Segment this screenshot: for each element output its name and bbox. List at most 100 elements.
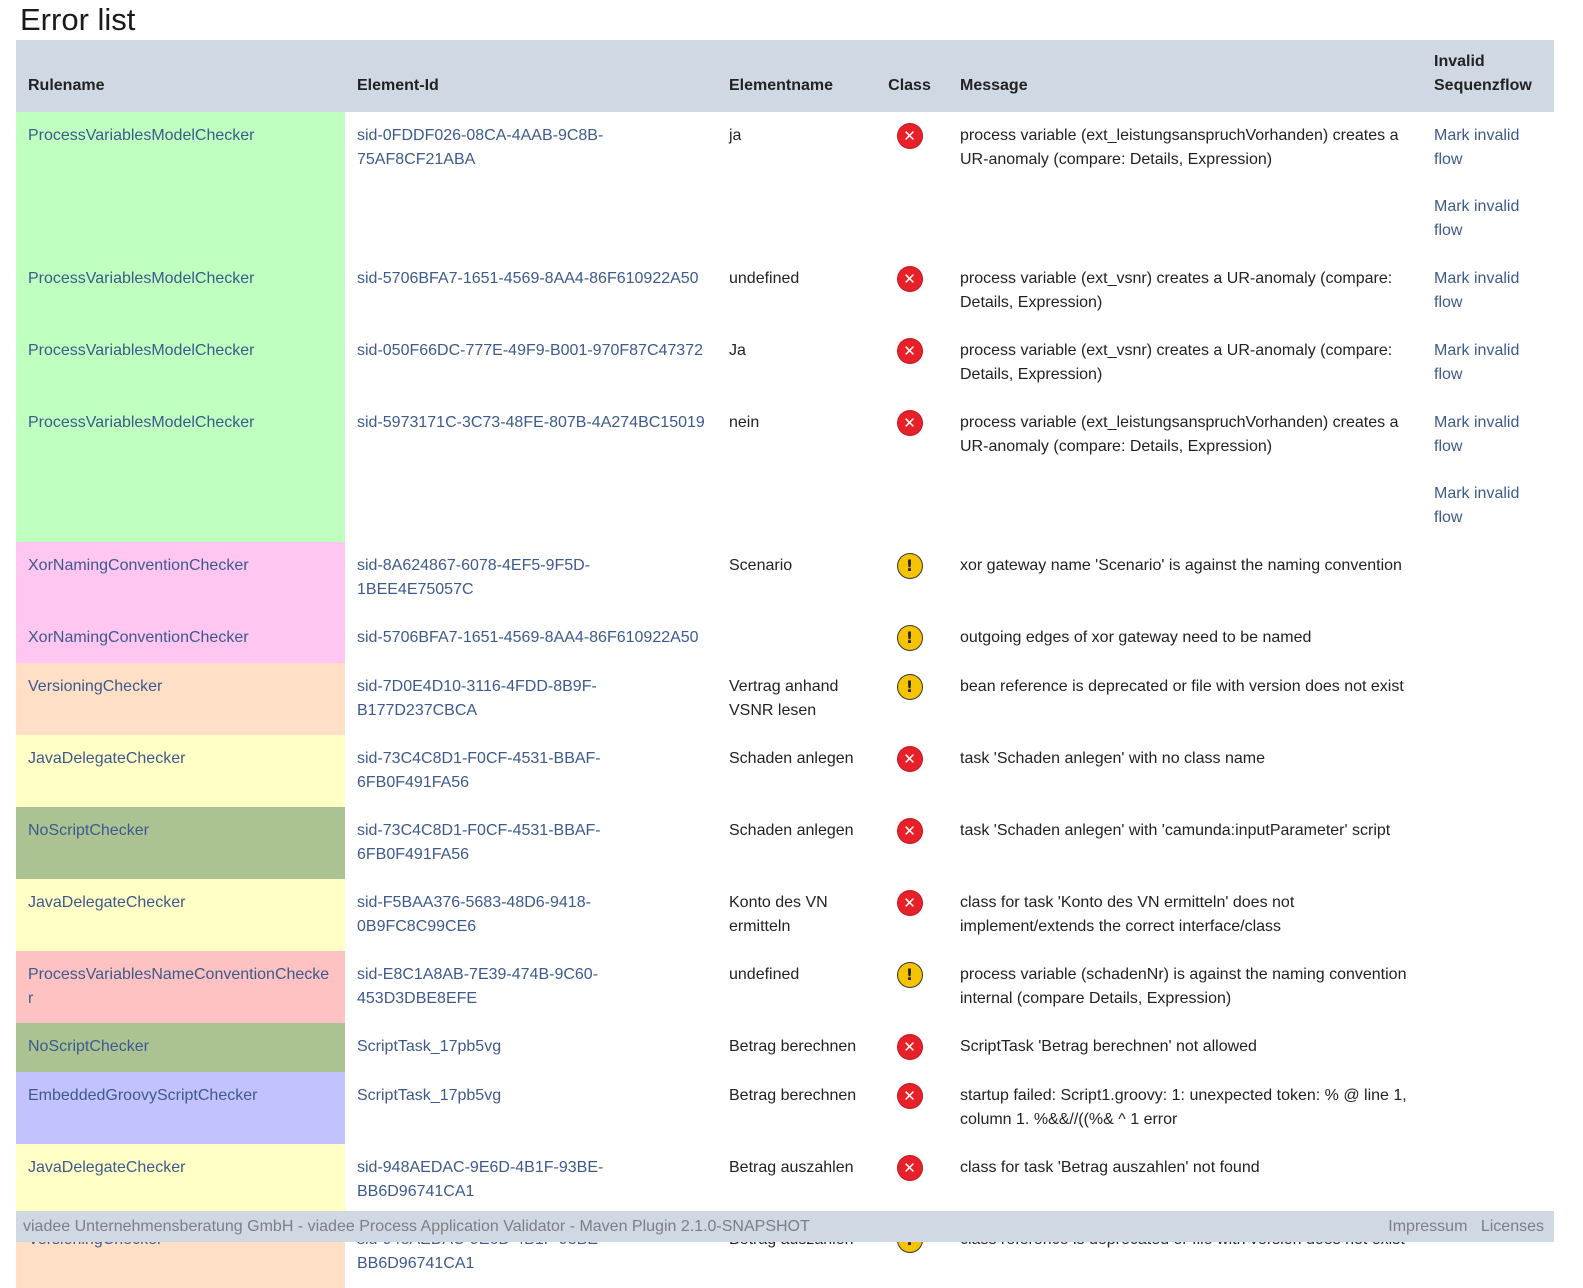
elementname-cell: Schaden anlegen: [729, 822, 854, 839]
rulename-cell: ProcessVariablesNameConventionChecker: [16, 951, 345, 1023]
class-cell: !: [871, 542, 948, 614]
mark-invalid-flow-link[interactable]: Mark invalid flow: [1434, 195, 1542, 243]
table-row: XorNamingConventionChecker sid-5706BFA7-1…: [16, 614, 1554, 663]
rulename-cell: XorNamingConventionChecker: [16, 542, 345, 614]
elementname-cell: undefined: [729, 270, 800, 287]
rulename-cell: EmbeddedGroovyScriptChecker: [16, 1072, 345, 1144]
warning-icon: !: [897, 675, 922, 699]
invalid-flow-cell: [1422, 542, 1554, 614]
warning-icon: !: [897, 554, 922, 578]
error-table: Rulename Element-Id Elementname Class Me…: [16, 40, 1554, 1288]
elementname-cell: [717, 614, 871, 663]
element-id-cell: sid-5706BFA7-1651-4569-8AA4-86F610922A50: [357, 270, 699, 287]
footer-links: Impressum Licenses: [1379, 1218, 1544, 1236]
table-row: JavaDelegateChecker sid-F5BAA376-5683-48D…: [16, 879, 1554, 951]
rulename-cell: NoScriptChecker: [16, 1023, 345, 1072]
rulename-cell: VersioningChecker: [16, 663, 345, 735]
rulename-cell: ProcessVariablesModelChecker: [16, 112, 345, 255]
table-header-row: Rulename Element-Id Elementname Class Me…: [16, 40, 1554, 112]
message-cell: process variable (ext_vsnr) creates a UR…: [960, 270, 1393, 311]
rulename-cell: NoScriptChecker: [16, 807, 345, 879]
table-row: JavaDelegateChecker sid-948AEDAC-9E6D-4B1…: [16, 1144, 1554, 1216]
message-cell: ScriptTask 'Betrag berechnen' not allowe…: [960, 1038, 1257, 1055]
rulename-cell: ProcessVariablesModelChecker: [16, 327, 345, 399]
class-cell: ✕: [871, 1072, 948, 1144]
element-id-cell: ScriptTask_17pb5vg: [357, 1087, 502, 1104]
elementname-cell: Vertrag anhand VSNR lesen: [729, 678, 839, 719]
class-cell: ✕: [871, 807, 948, 879]
table-row: NoScriptChecker ScriptTask_17pb5vg Betrag …: [16, 1023, 1554, 1072]
message-cell: startup failed: Script1.groovy: 1: unexp…: [960, 1087, 1407, 1128]
invalid-flow-cell: [1422, 951, 1554, 1023]
class-cell: !: [871, 663, 948, 735]
column-header-message: Message: [960, 77, 1028, 94]
element-id-cell: ScriptTask_17pb5vg: [357, 1038, 502, 1055]
error-icon: ✕: [897, 124, 922, 148]
mark-invalid-flow-link[interactable]: Mark invalid flow: [1434, 124, 1542, 172]
message-cell: task 'Schaden anlegen' with no class nam…: [960, 750, 1265, 767]
invalid-flow-cell: [1422, 1072, 1554, 1144]
column-header-element-id: Element-Id: [357, 77, 439, 94]
invalid-flow-cell: [1422, 614, 1554, 663]
table-header: Rulename Element-Id Elementname Class Me…: [16, 40, 1554, 112]
footer-text: viadee Unternehmensberatung GmbH - viade…: [23, 1217, 810, 1235]
mark-invalid-flow-link[interactable]: Mark invalid flow: [1434, 482, 1542, 530]
error-icon: ✕: [897, 267, 922, 291]
invalid-flow-cell: Mark invalid flow Mark invalid flow: [1422, 112, 1554, 255]
elementname-cell: Schaden anlegen: [729, 750, 854, 767]
class-cell: ✕: [871, 112, 948, 255]
footer: viadee Unternehmensberatung GmbH - viade…: [16, 1211, 1554, 1242]
class-cell: !: [871, 951, 948, 1023]
mark-invalid-flow-link[interactable]: Mark invalid flow: [1434, 339, 1542, 387]
invalid-flow-cell: [1422, 807, 1554, 879]
class-cell: ✕: [871, 399, 948, 542]
elementname-cell: undefined: [729, 966, 800, 983]
column-header-elementname: Elementname: [729, 77, 834, 94]
message-cell: process variable (ext_leistungsanspruchV…: [960, 414, 1399, 455]
invalid-flow-cell: [1422, 663, 1554, 735]
element-id-cell: sid-7D0E4D10-3116-4FDD-8B9F-B177D237CBCA: [357, 678, 597, 719]
elementname-cell: Betrag berechnen: [729, 1087, 857, 1104]
message-cell: process variable (ext_leistungsanspruchV…: [960, 127, 1399, 168]
error-icon: ✕: [897, 1156, 922, 1180]
invalid-flow-cell: Mark invalid flow Mark invalid flow: [1422, 399, 1554, 542]
invalid-flow-cell: [1422, 1023, 1554, 1072]
invalid-flow-cell: [1422, 879, 1554, 951]
invalid-flow-cell: [1422, 735, 1554, 807]
error-icon: ✕: [897, 747, 922, 771]
impressum-link[interactable]: Impressum: [1388, 1218, 1467, 1235]
table-row: ProcessVariablesModelChecker sid-0FDDF026…: [16, 112, 1554, 255]
table-body: ProcessVariablesModelChecker sid-0FDDF026…: [16, 112, 1554, 1288]
elementname-cell: Betrag auszahlen: [729, 1159, 854, 1176]
class-cell: ✕: [871, 735, 948, 807]
message-cell: outgoing edges of xor gateway need to be…: [960, 629, 1312, 646]
class-cell: ✕: [871, 1144, 948, 1216]
class-cell: ✕: [871, 327, 948, 399]
table-row: ProcessVariablesModelChecker sid-5706BFA7…: [16, 255, 1554, 327]
error-icon: ✕: [897, 1084, 922, 1108]
mark-invalid-flow-link[interactable]: Mark invalid flow: [1434, 411, 1542, 459]
element-id-cell: sid-5973171C-3C73-48FE-807B-4A274BC15019: [357, 414, 705, 431]
column-header-invalid-sequenzflow: Invalid Sequenzflow: [1434, 53, 1532, 94]
class-cell: !: [871, 614, 948, 663]
error-icon: ✕: [897, 819, 922, 843]
element-id-cell: sid-050F66DC-777E-49F9-B001-970F87C47372: [357, 342, 703, 359]
message-cell: bean reference is deprecated or file wit…: [960, 678, 1404, 695]
class-cell: ✕: [871, 1023, 948, 1072]
element-id-cell: sid-8A624867-6078-4EF5-9F5D-1BEE4E75057C: [357, 557, 591, 598]
elementname-cell: Betrag berechnen: [729, 1038, 857, 1055]
elementname-cell: Scenario: [729, 557, 793, 574]
message-cell: xor gateway name 'Scenario' is against t…: [960, 557, 1402, 574]
invalid-flow-cell: Mark invalid flow: [1422, 327, 1554, 399]
mark-invalid-flow-link[interactable]: Mark invalid flow: [1434, 267, 1542, 315]
elementname-cell: ja: [729, 127, 742, 144]
class-cell: ✕: [871, 879, 948, 951]
message-cell: class for task 'Betrag auszahlen' not fo…: [960, 1159, 1260, 1176]
rulename-cell: XorNamingConventionChecker: [16, 614, 345, 663]
licenses-link[interactable]: Licenses: [1481, 1218, 1544, 1235]
rulename-cell: JavaDelegateChecker: [16, 735, 345, 807]
message-cell: process variable (ext_vsnr) creates a UR…: [960, 342, 1393, 383]
page-title: Error list: [20, 2, 136, 37]
error-icon: ✕: [897, 1035, 922, 1059]
message-cell: class for task 'Konto des VN ermitteln' …: [960, 894, 1295, 935]
